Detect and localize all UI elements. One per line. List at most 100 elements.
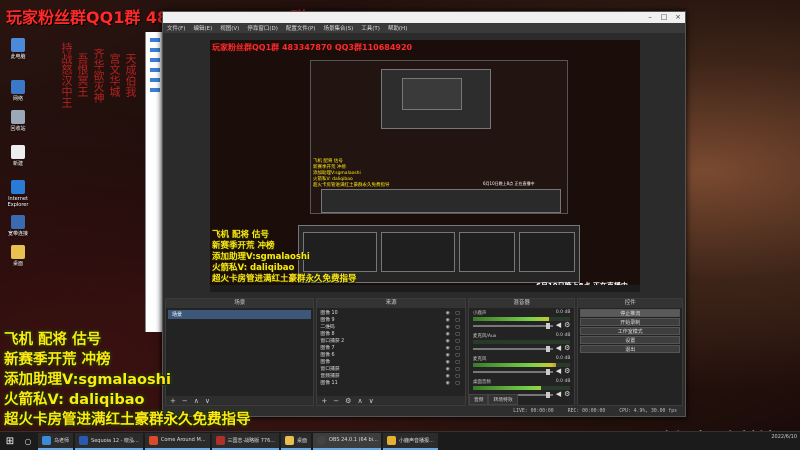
gear-icon[interactable]: ⚙ [564, 391, 570, 398]
desktop-icon-desktop[interactable]: 桌面 [2, 245, 34, 267]
gear-icon[interactable]: ⚙ [564, 345, 570, 352]
taskbar-item-obs[interactable]: OBS 24.0.1 (64 bi... [313, 432, 382, 450]
obs-preview[interactable]: 玩家粉丝群QQ1群 483347870 QQ3群110684920 飞机 配将 … [210, 40, 640, 292]
app-icon [42, 435, 51, 445]
visibility-lock-icons[interactable]: ◉ ▢ [446, 366, 462, 373]
poem-text: 持战怒汉中王 吾恨冥王 齐华欲灭神 宫文华城 天成伯我 [60, 42, 138, 108]
desktop-icon-new[interactable]: 新建 [2, 145, 34, 167]
studio-mode-button[interactable]: 工作室模式 [580, 327, 681, 335]
stop-streaming-button[interactable]: 停止推流 [580, 309, 681, 317]
source-item[interactable]: 图像 8 ◉ ▢ [320, 331, 461, 338]
exit-button[interactable]: 退出 [580, 345, 681, 353]
windows-taskbar: ⊞ ○ 乌老师 Sequoia 12 - 晓泓... Come Around M… [0, 431, 800, 450]
menu-help[interactable]: 帮助(H) [388, 24, 407, 32]
visibility-lock-icons[interactable]: ◉ ▢ [446, 373, 462, 380]
source-item[interactable]: 图像 6 ◉ ▢ [320, 352, 461, 359]
source-item[interactable]: 窗口捕获 ◉ ▢ [320, 366, 461, 373]
start-recording-button[interactable]: 开始录制 [580, 318, 681, 326]
tray-clock[interactable]: 2022/6/10 [771, 434, 797, 441]
promo-side-text: 飞机 配将 估号 新赛季开荒 冲榜 添加助理V:sgmalaoshi 火箭私V:… [4, 330, 251, 430]
volume-slider[interactable] [472, 345, 553, 352]
explorer-item[interactable] [149, 58, 160, 62]
move-down-button[interactable]: ∨ [369, 397, 374, 405]
channel-db: 0.0 dB [555, 333, 571, 338]
channel-db: 0.0 dB [555, 379, 571, 384]
app-icon [387, 435, 397, 445]
explorer-item[interactable] [149, 68, 160, 72]
source-item[interactable]: 图像 11 ◉ ▢ [320, 380, 461, 387]
promo-line: 新赛季开荒 冲榜 [4, 352, 111, 368]
taskbar-item[interactable]: 三国志·战略版 776... [211, 432, 280, 450]
visibility-lock-icons[interactable]: ◉ ▢ [446, 338, 462, 345]
menu-profile[interactable]: 配置文件(P) [286, 24, 316, 32]
settings-button[interactable]: 设置 [580, 336, 681, 344]
nested-stream-time: 6月10日晚上8点 正在直播中 [483, 181, 535, 186]
speaker-icon[interactable]: ◀ [556, 391, 561, 398]
menu-file[interactable]: 文件(F) [167, 24, 185, 32]
remove-source-button[interactable]: − [333, 397, 339, 405]
visibility-lock-icons[interactable]: ◉ ▢ [446, 359, 462, 366]
promo-line: 添加助理V:sgmalaoshi [4, 372, 171, 388]
search-icon[interactable]: ○ [20, 437, 36, 446]
explorer-item[interactable] [149, 38, 160, 42]
source-item[interactable]: 窗口捕获 2 ◉ ▢ [320, 338, 461, 345]
desktop-icon-network[interactable]: 网络 [2, 80, 34, 102]
move-up-button[interactable]: ∧ [357, 397, 362, 405]
menu-edit[interactable]: 编辑(E) [193, 24, 212, 32]
source-item[interactable]: 音频捕获 ◉ ▢ [320, 373, 461, 380]
visibility-lock-icons[interactable]: ◉ ▢ [446, 345, 462, 352]
channel-name: 小鹿声 [472, 311, 487, 316]
visibility-lock-icons[interactable]: ◉ ▢ [446, 352, 462, 359]
nested-preview [381, 69, 491, 129]
source-item[interactable]: 图像 7 ◉ ▢ [320, 345, 461, 352]
mixer-dock-title: 混音器 [468, 299, 575, 308]
explorer-item[interactable] [149, 88, 160, 92]
gear-icon[interactable]: ⚙ [345, 397, 351, 405]
preview-nested-window: 飞机 配将 估号 新赛季开荒 冲榜 添加助理V:sgmalaoshi 火箭私V:… [310, 60, 568, 214]
tab-transitions[interactable]: 转场特效 [488, 394, 518, 405]
source-item[interactable]: 图像 9 ◉ ▢ [320, 317, 461, 324]
visibility-lock-icons[interactable]: ◉ ▢ [446, 331, 462, 338]
visibility-lock-icons[interactable]: ◉ ▢ [446, 317, 462, 324]
desktop-icon-computer[interactable]: 此电脑 [2, 38, 34, 60]
speaker-icon[interactable]: ◀ [556, 345, 561, 352]
source-item[interactable]: 图像 ◉ ▢ [320, 359, 461, 366]
source-item[interactable]: 二维码 ◉ ▢ [320, 324, 461, 331]
taskbar-item[interactable]: Come Around M... [144, 432, 210, 450]
tab-audio[interactable]: 音频 [468, 394, 489, 405]
volume-slider[interactable] [472, 368, 553, 375]
gear-icon[interactable]: ⚙ [564, 322, 570, 329]
menu-view[interactable]: 视图(V) [220, 24, 239, 32]
close-button[interactable]: × [671, 12, 685, 23]
explorer-item[interactable] [149, 48, 160, 52]
desktop-icon-broadband[interactable]: 宽带连接 [2, 215, 34, 237]
add-source-button[interactable]: + [321, 397, 327, 405]
speaker-icon[interactable]: ◀ [556, 322, 561, 329]
explorer-item[interactable] [149, 78, 160, 82]
taskbar-item[interactable]: Sequoia 12 - 晓泓... [75, 432, 143, 450]
gear-icon[interactable]: ⚙ [564, 368, 570, 375]
menu-tools[interactable]: 工具(T) [361, 24, 380, 32]
desktop-icon-recycle[interactable]: 回收站 [2, 110, 34, 132]
internet-explorer-icon [11, 180, 25, 194]
obs-titlebar[interactable]: – □ × [163, 12, 685, 23]
visibility-lock-icons[interactable]: ◉ ▢ [446, 310, 462, 317]
taskbar-item[interactable]: 桌面 [281, 432, 312, 450]
scene-item[interactable]: 场景 [168, 310, 312, 319]
minimize-button[interactable]: – [643, 12, 657, 23]
source-item[interactable]: 图像 10 ◉ ▢ [320, 310, 461, 317]
volume-meter [472, 340, 571, 344]
speaker-icon[interactable]: ◀ [556, 368, 561, 375]
desktop-icon-ie[interactable]: Internet Explorer [2, 180, 34, 208]
volume-slider[interactable] [472, 322, 553, 329]
taskbar-item[interactable]: 小鹿声音播报... [383, 432, 438, 450]
visibility-lock-icons[interactable]: ◉ ▢ [446, 324, 462, 331]
visibility-lock-icons[interactable]: ◉ ▢ [446, 380, 462, 387]
file-explorer-window[interactable] [145, 32, 163, 332]
windows-start-icon[interactable]: ⊞ [0, 432, 20, 450]
menu-docks[interactable]: 停靠窗口(D) [247, 24, 278, 32]
menu-scene-collection[interactable]: 场景集合(S) [323, 24, 353, 32]
maximize-button[interactable]: □ [657, 12, 671, 23]
app-icon [215, 435, 225, 445]
taskbar-item[interactable]: 乌老师 [38, 432, 74, 450]
